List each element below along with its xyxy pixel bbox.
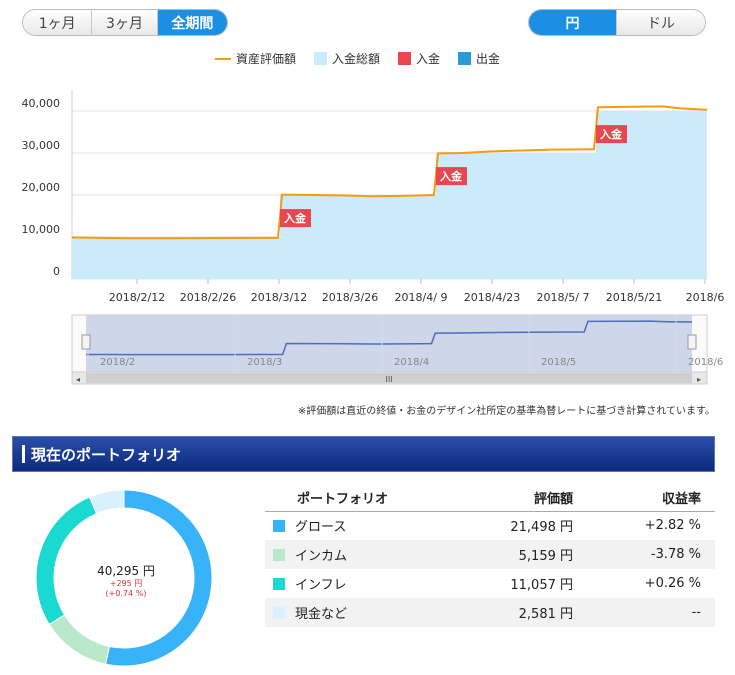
- row-return: --: [575, 598, 715, 627]
- section-title: 現在のポートフォリオ: [31, 445, 182, 464]
- chart-legend: 資産評価額 入金総額 入金 出金: [215, 50, 500, 67]
- x-tick-label: 2018/5/ 7: [537, 291, 590, 304]
- tab-yen[interactable]: 円: [529, 10, 617, 35]
- row-name: インフレ: [295, 578, 347, 593]
- header-value: 評価額: [455, 485, 575, 512]
- x-tick-label: 2018/4/ 9: [395, 291, 448, 304]
- row-name: 現金など: [295, 607, 348, 622]
- row-value: 2,581 円: [455, 598, 575, 627]
- x-tick-label: 2018/6: [686, 291, 725, 304]
- navigator-label: 2018/4: [394, 357, 429, 368]
- deposit-marker-label: 入金: [284, 211, 307, 225]
- range-navigator[interactable]: 2018/2 2018/3 2018/4 2018/5 2018/6 III ◂ ▸: [0, 310, 735, 388]
- legend-label: 入金: [416, 52, 441, 66]
- tab-3-months[interactable]: 3ヶ月: [92, 10, 158, 35]
- navigator-label: 2018/5: [541, 357, 576, 368]
- donut-delta-pct: (+0.74 %): [105, 589, 147, 598]
- x-tick-label: 2018/3/26: [322, 291, 378, 304]
- color-swatch: [273, 549, 285, 561]
- currency-selector: 円 ドル: [528, 9, 706, 36]
- y-tick-label: 20,000: [22, 181, 61, 194]
- scroll-right-arrow-icon[interactable]: ▸: [697, 375, 701, 384]
- navigator-label: 2018/3: [247, 357, 282, 368]
- row-return: +2.82 %: [644, 518, 701, 534]
- x-tick-label: 2018/2/26: [180, 291, 236, 304]
- deposit-marker-label: 入金: [600, 127, 623, 141]
- tab-dollar[interactable]: ドル: [617, 10, 705, 35]
- tab-1-month[interactable]: 1ヶ月: [23, 10, 93, 35]
- legend-box-icon: [458, 52, 472, 65]
- x-tick-label: 2018/2/12: [109, 291, 165, 304]
- legend-withdrawal[interactable]: 出金: [458, 50, 500, 67]
- header-accent-bar: [22, 445, 25, 463]
- table-row: インカム 5,159 円 -3.78 %: [265, 540, 715, 569]
- row-value: 5,159 円: [455, 540, 575, 569]
- legend-line-icon: [215, 57, 231, 60]
- section-header: 現在のポートフォリオ: [12, 436, 715, 472]
- donut-delta-yen: +295 円: [109, 579, 143, 588]
- legend-box-icon: [314, 52, 328, 65]
- row-return: +0.26 %: [644, 576, 701, 591]
- deposit-marker-label: 入金: [440, 169, 463, 183]
- table-row: グロース 21,498 円 +2.82 %: [265, 511, 715, 540]
- color-swatch: [273, 520, 285, 533]
- row-value: 21,498 円: [510, 520, 573, 536]
- header-return: 収益率: [575, 485, 715, 512]
- table-row: インフレ 11,057 円 +0.26 %: [265, 569, 715, 598]
- donut-slice[interactable]: [88, 490, 125, 515]
- navigator-handle[interactable]: [81, 334, 91, 350]
- tab-all-period[interactable]: 全期間: [157, 10, 227, 35]
- donut-total: 40,295 円: [97, 564, 155, 578]
- navigator-label: 2018/6: [688, 357, 723, 368]
- valuation-note: ※評価額は直近の終値・お金のデザイン社所定の基準為替レートに基づき計算されていま…: [297, 406, 715, 417]
- legend-label: 入金総額: [332, 52, 381, 66]
- donut-slice[interactable]: [36, 496, 98, 626]
- scrollbar-grip: III: [385, 375, 392, 384]
- color-swatch: [273, 607, 285, 619]
- x-tick-label: 2018/5/21: [606, 291, 662, 304]
- row-name: グロース: [295, 520, 347, 536]
- asset-chart[interactable]: 40,000 30,000 20,000 10,000 0 2018/2/12 2018/2…: [0, 80, 735, 310]
- navigator-label: 2018/2: [100, 357, 135, 368]
- y-tick-label: 0: [53, 265, 60, 278]
- legend-asset-value[interactable]: 資産評価額: [215, 50, 296, 67]
- y-tick-label: 30,000: [22, 139, 61, 152]
- row-value: 11,057 円: [510, 578, 573, 593]
- row-name: インカム: [295, 549, 348, 564]
- color-swatch: [273, 578, 285, 590]
- header-portfolio: ポートフォリオ: [265, 485, 455, 512]
- table-header-row: ポートフォリオ 評価額 収益率: [265, 485, 715, 512]
- legend-label: 出金: [476, 52, 501, 66]
- period-selector: 1ヶ月 3ヶ月 全期間: [22, 9, 228, 36]
- scroll-left-arrow-icon[interactable]: ◂: [76, 375, 80, 384]
- legend-label: 資産評価額: [236, 52, 297, 66]
- legend-box-icon: [398, 52, 412, 65]
- x-tick-label: 2018/4/23: [464, 291, 520, 304]
- x-tick-label: 2018/3/12: [251, 291, 307, 304]
- portfolio-table: ポートフォリオ 評価額 収益率 グロース 21,498 円 +2.82 % イン…: [265, 485, 715, 627]
- navigator-handle[interactable]: [687, 334, 697, 350]
- row-return: -3.78 %: [575, 540, 715, 569]
- donut-center: 40,295 円 +295 円 (+0.74 %): [76, 562, 176, 599]
- legend-deposit[interactable]: 入金: [398, 50, 440, 67]
- legend-total-deposit[interactable]: 入金総額: [314, 50, 380, 67]
- table-row: 現金など 2,581 円 --: [265, 598, 715, 627]
- donut-slice[interactable]: [48, 614, 110, 665]
- y-tick-label: 10,000: [22, 223, 61, 236]
- y-tick-label: 40,000: [22, 97, 61, 110]
